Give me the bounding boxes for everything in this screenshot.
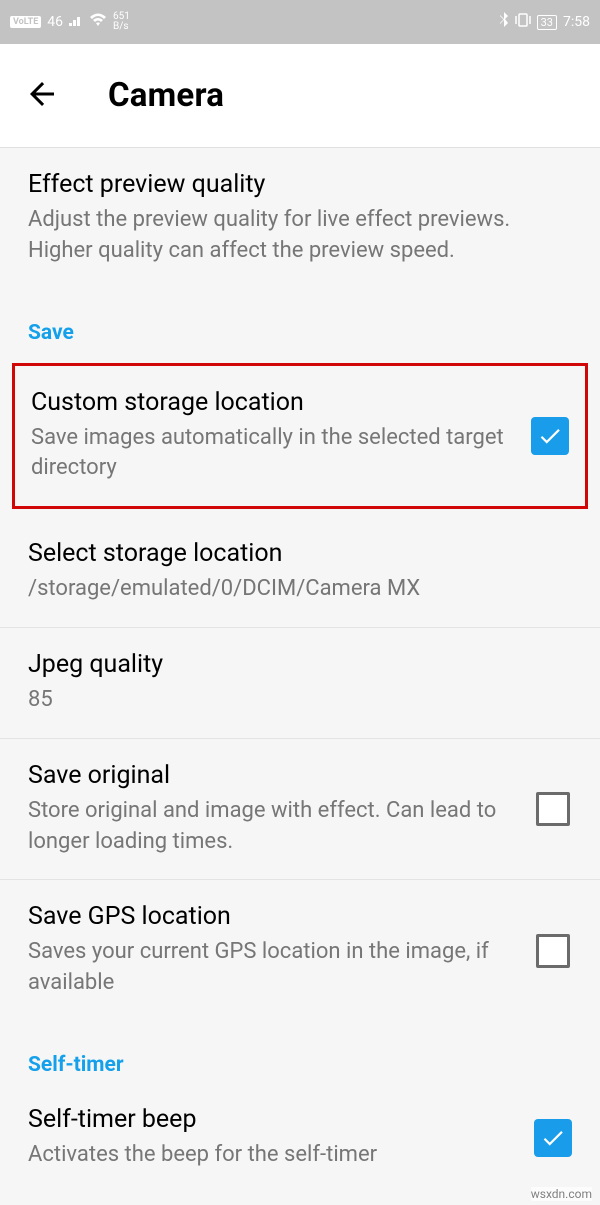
watermark: wsxdn.com — [531, 1187, 592, 1201]
setting-save-gps-location[interactable]: Save GPS location Saves your current GPS… — [0, 880, 600, 1021]
setting-jpeg-quality[interactable]: Jpeg quality 85 — [0, 628, 600, 739]
setting-subtitle: Adjust the preview quality for live effe… — [28, 205, 554, 267]
setting-title: Select storage location — [28, 539, 554, 568]
arrow-back-icon — [24, 76, 60, 112]
setting-title: Jpeg quality — [28, 650, 554, 679]
signal-text: 46 — [47, 14, 63, 30]
wifi-icon — [89, 13, 107, 31]
vibrate-icon — [515, 13, 531, 31]
checkbox-unchecked-icon — [536, 934, 570, 968]
page-title: Camera — [108, 76, 224, 115]
setting-subtitle: /storage/emulated/0/DCIM/Camera MX — [28, 574, 554, 605]
app-bar: Camera — [0, 44, 600, 148]
bluetooth-icon — [499, 12, 509, 32]
checkbox-self-timer-beep[interactable] — [534, 1119, 572, 1157]
setting-subtitle: Save images automatically in the selecte… — [31, 423, 513, 485]
highlight-annotation: Custom storage location Save images auto… — [12, 363, 588, 510]
volte-icon: VoLTE — [10, 16, 41, 28]
setting-title: Save GPS location — [28, 902, 516, 931]
checkbox-unchecked-icon — [536, 792, 570, 826]
setting-self-timer-beep[interactable]: Self-timer beep Activates the beep for t… — [0, 1095, 600, 1181]
status-left: VoLTE 46 651 B/s — [10, 12, 130, 32]
section-header-save: Save — [0, 289, 600, 363]
setting-subtitle: 85 — [28, 685, 554, 716]
status-right: 33 7:58 — [499, 12, 590, 32]
setting-subtitle: Store original and image with effect. Ca… — [28, 796, 516, 858]
setting-title: Save original — [28, 761, 516, 790]
signal-icon — [69, 14, 83, 30]
setting-custom-storage-location[interactable]: Custom storage location Save images auto… — [15, 366, 585, 507]
back-button[interactable] — [24, 76, 60, 116]
checkbox-checked-icon — [531, 417, 569, 455]
setting-title: Self-timer beep — [28, 1105, 516, 1134]
status-bar: VoLTE 46 651 B/s 33 7:58 — [0, 0, 600, 44]
setting-select-storage-location[interactable]: Select storage location /storage/emulate… — [0, 509, 600, 628]
settings-list: Effect preview quality Adjust the previe… — [0, 148, 600, 1181]
setting-title: Custom storage location — [31, 388, 513, 417]
setting-title: Effect preview quality — [28, 170, 554, 199]
checkbox-save-original[interactable] — [534, 790, 572, 828]
status-time: 7:58 — [563, 14, 590, 30]
setting-save-original[interactable]: Save original Store original and image w… — [0, 739, 600, 881]
section-header-self-timer: Self-timer — [0, 1021, 600, 1095]
net-speed: 651 B/s — [113, 12, 130, 32]
setting-subtitle: Activates the beep for the self-timer — [28, 1140, 516, 1171]
checkbox-custom-storage[interactable] — [531, 417, 569, 455]
battery-icon: 33 — [537, 15, 557, 30]
checkbox-checked-icon — [534, 1119, 572, 1157]
checkbox-save-gps[interactable] — [534, 932, 572, 970]
setting-subtitle: Saves your current GPS location in the i… — [28, 937, 516, 999]
setting-effect-preview-quality[interactable]: Effect preview quality Adjust the previe… — [0, 148, 600, 289]
